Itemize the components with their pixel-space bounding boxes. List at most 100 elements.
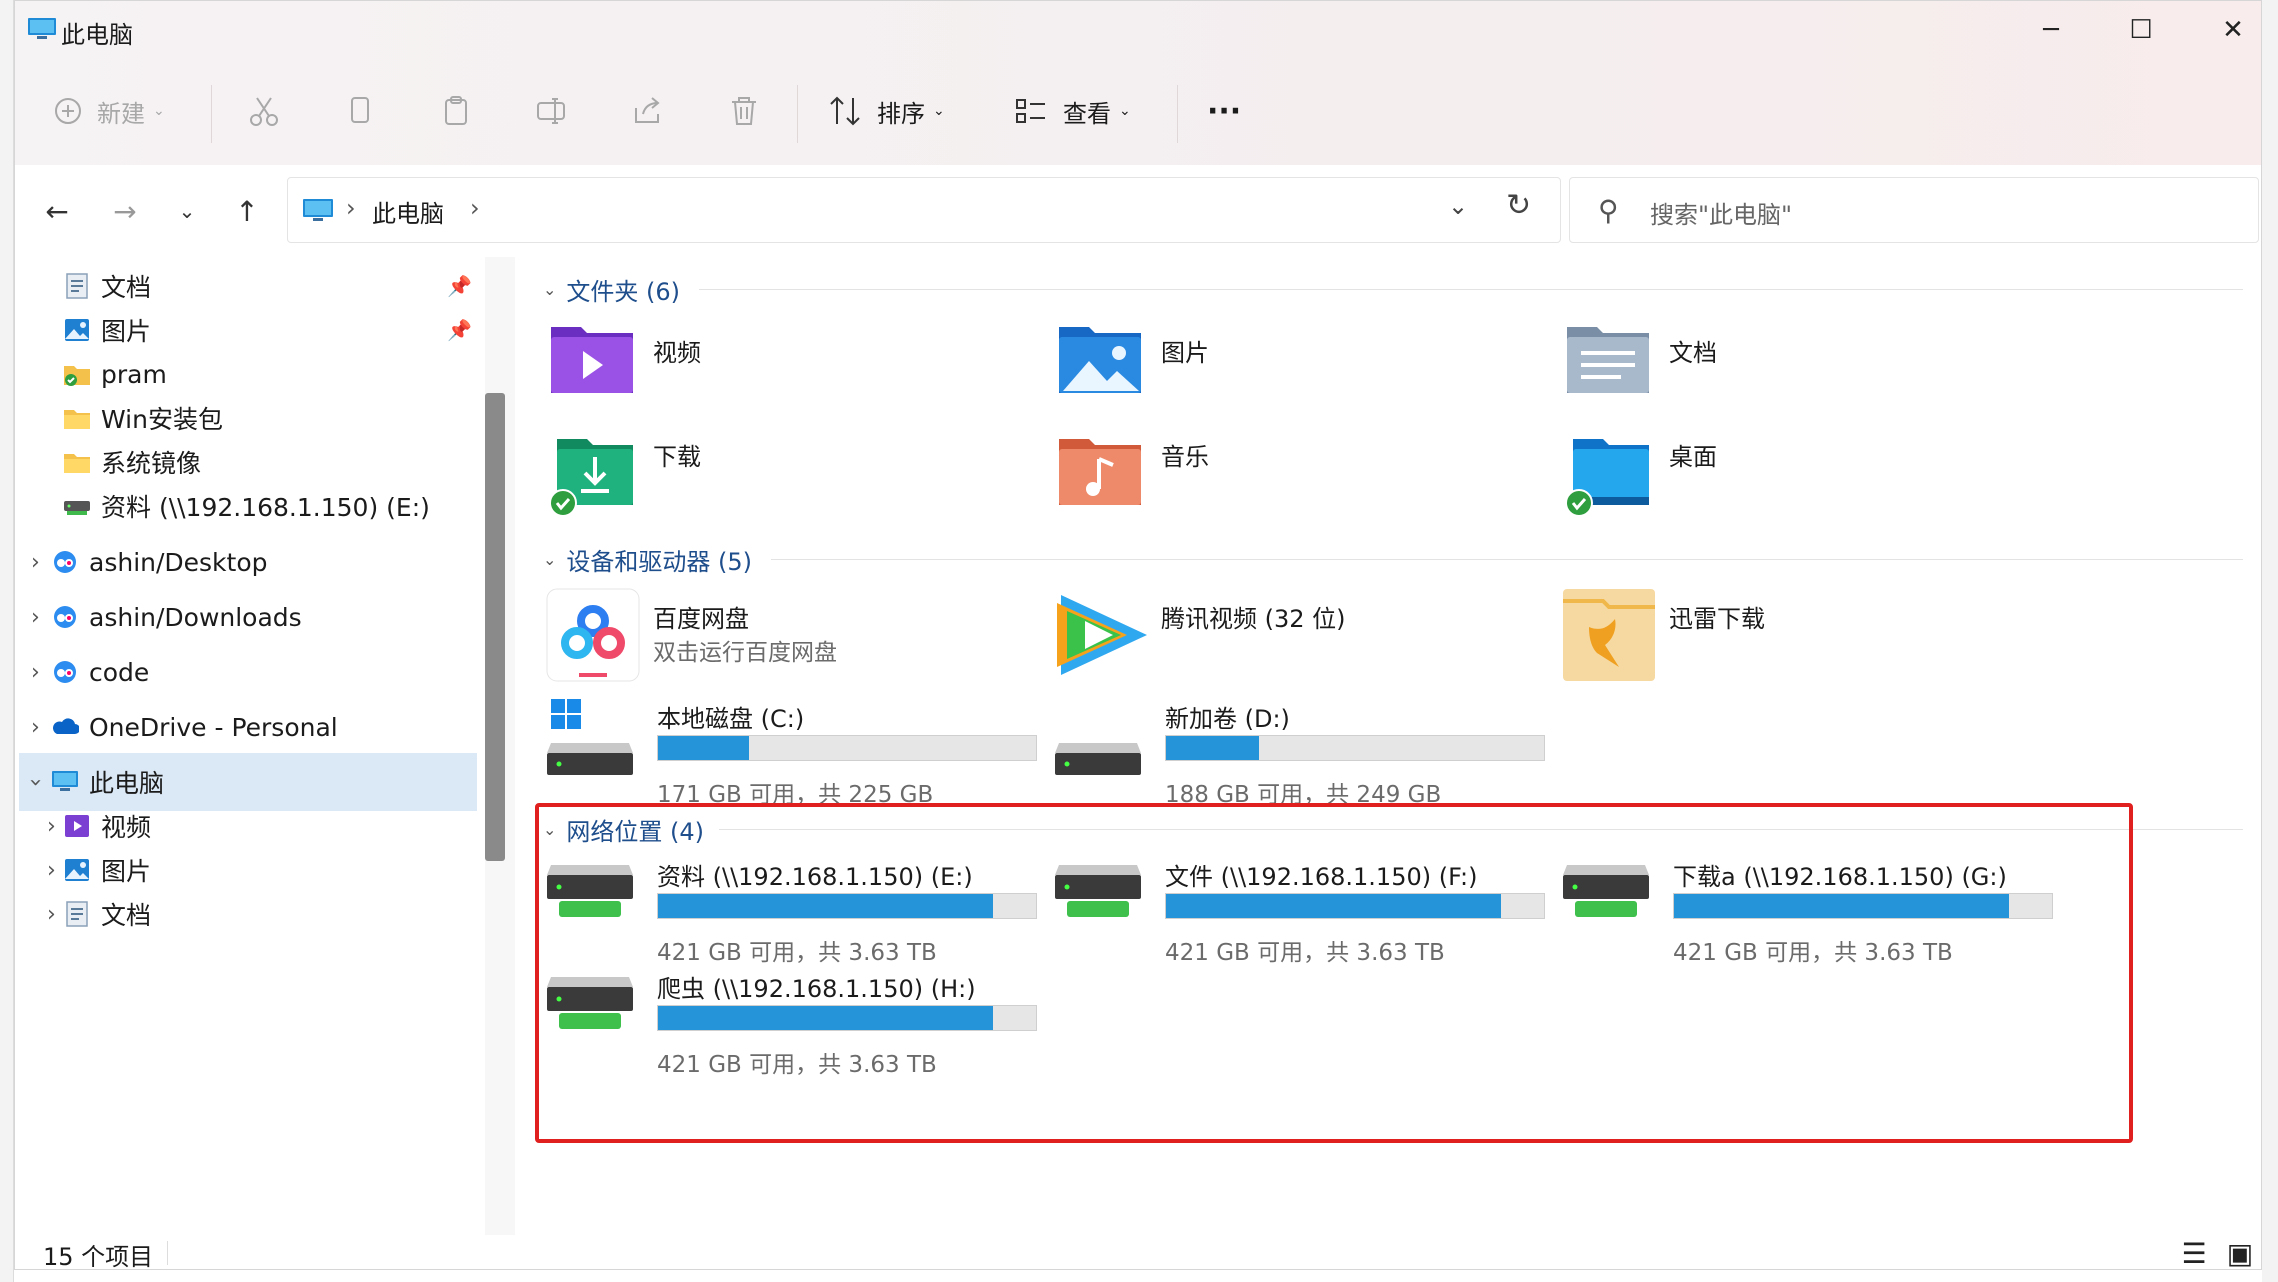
sidebar-item-label: code <box>89 657 150 687</box>
device-tile-tencent-video[interactable]: 腾讯视频 (32 位) <box>1053 587 1346 687</box>
tile-subtitle: 421 GB 可用，共 3.63 TB <box>657 940 937 966</box>
search-box[interactable]: ⚲ 搜索"此电脑" <box>1569 177 2259 243</box>
network-drive-tile-e[interactable]: 资料 (\\192.168.1.150) (E:) 421 GB 可用，共 3.… <box>545 857 1037 966</box>
details-view-icon: ☰ <box>2181 1236 2207 1270</box>
sidebar-item-label: 图片 <box>101 317 152 346</box>
network-drive-tile-f[interactable]: 文件 (\\192.168.1.150) (F:) 421 GB 可用，共 3.… <box>1053 857 1545 966</box>
sidebar-item-code[interactable]: › code <box>15 643 477 701</box>
network-drive-tile-h[interactable]: 爬虫 (\\192.168.1.150) (H:) 421 GB 可用，共 3.… <box>545 969 1037 1078</box>
up-button[interactable]: ↑ <box>225 189 269 233</box>
content-pane: ⌄ 文件夹 (6) 视频 图片 文档 下载 音乐 桌面 ⌄ 设备和驱动器 (5)… <box>519 257 2261 1235</box>
folder-tile-downloads[interactable]: 下载 <box>549 433 701 523</box>
group-divider <box>719 829 2243 830</box>
maximize-button[interactable]: ☐ <box>2095 1 2187 59</box>
drive-tile-c[interactable]: 本地磁盘 (C:) 171 GB 可用，共 225 GB <box>545 697 1037 808</box>
new-button[interactable]: 新建 ⌄ <box>53 83 165 139</box>
expand-chevron-icon[interactable]: › <box>31 660 40 685</box>
chevron-down-icon: ⌄ <box>543 279 557 299</box>
sidebar-item-ashin-downloads[interactable]: › ashin/Downloads <box>15 588 477 646</box>
navigation-pane: 文档 📌 图片 📌 pram Win安装包 系统镜像 资料 (\\192.168… <box>15 257 485 1235</box>
sidebar-item-ashin-desktop[interactable]: › ashin/Desktop <box>15 533 477 591</box>
expand-chevron-icon[interactable]: › <box>47 858 56 883</box>
sort-button[interactable]: 排序 ⌄ <box>827 83 945 139</box>
tile-label: 百度网盘 <box>653 605 749 633</box>
back-button[interactable]: ← <box>35 189 79 233</box>
pin-icon[interactable]: 📌 <box>447 274 472 298</box>
navigation-row: ← → ⌄ ↑ › 此电脑 › ⌄ ↻ ⚲ 搜索"此电脑" <box>15 165 2261 257</box>
folder-synced-icon <box>64 366 90 386</box>
document-icon <box>66 901 88 927</box>
view-button[interactable]: 查看 ⌄ <box>1013 83 1131 139</box>
pin-icon[interactable]: 📌 <box>447 318 472 342</box>
cut-button[interactable] <box>247 83 281 139</box>
sidebar-item-documents-2[interactable]: › 文档 <box>15 885 477 943</box>
tile-label: 下载 <box>653 443 701 471</box>
refresh-icon[interactable]: ↻ <box>1506 188 1531 223</box>
folder-tile-pictures[interactable]: 图片 <box>1057 321 1209 401</box>
details-view-button[interactable]: ☰ <box>2173 1235 2215 1270</box>
forward-button[interactable]: → <box>103 189 147 233</box>
delete-button[interactable] <box>727 83 761 139</box>
drive-usage-bar <box>1673 893 2053 919</box>
close-button[interactable]: ✕ <box>2187 1 2261 59</box>
breadcrumb-separator-icon[interactable]: › <box>470 194 480 222</box>
drive-usage-bar-fill <box>658 1006 994 1030</box>
sidebar-item-label: Win安装包 <box>101 405 223 434</box>
more-options-button[interactable]: ··· <box>1207 83 1241 139</box>
tile-subtitle: 421 GB 可用，共 3.63 TB <box>1673 940 1953 966</box>
window-chrome: 此电脑 ─ ☐ ✕ 新建 ⌄ 排序 ⌄ 查看 ⌄ ··· <box>15 1 2261 165</box>
folder-tile-music[interactable]: 音乐 <box>1057 433 1209 513</box>
system-drive-icon <box>547 699 633 775</box>
folder-tile-documents[interactable]: 文档 <box>1565 321 1717 401</box>
group-header-network[interactable]: ⌄ 网络位置 (4) <box>543 811 704 847</box>
status-bar: 15 个项目 ☰ ▣ <box>15 1235 2261 1270</box>
network-drive-icon <box>64 501 90 515</box>
copy-button[interactable] <box>343 83 377 139</box>
expand-chevron-icon[interactable]: › <box>31 550 40 575</box>
minimize-button[interactable]: ─ <box>2005 1 2097 59</box>
toolbar-divider <box>1177 85 1178 143</box>
device-tile-baidu-netdisk[interactable]: 百度网盘 双击运行百度网盘 <box>545 587 837 687</box>
tile-label: 腾讯视频 (32 位) <box>1161 605 1346 633</box>
tiles-view-button[interactable]: ▣ <box>2219 1235 2261 1270</box>
chevron-down-icon: ⌄ <box>543 549 557 569</box>
network-drive-tile-g[interactable]: 下载a (\\192.168.1.150) (G:) 421 GB 可用，共 3… <box>1561 857 2053 966</box>
network-drive-icon <box>547 977 633 1029</box>
breadcrumb-separator-icon[interactable]: › <box>346 194 356 222</box>
folder-tile-desktop[interactable]: 桌面 <box>1565 433 1717 523</box>
folder-tile-videos[interactable]: 视频 <box>549 321 701 401</box>
search-input[interactable]: 搜索"此电脑" <box>1650 195 1792 230</box>
sidebar-item-onedrive[interactable]: › OneDrive - Personal <box>15 698 477 756</box>
share-button[interactable] <box>631 83 665 139</box>
tile-label: 图片 <box>1161 339 1209 367</box>
paste-button[interactable] <box>439 83 473 139</box>
drive-usage-bar <box>657 1005 1037 1031</box>
drive-usage-bar <box>1165 735 1545 761</box>
address-bar[interactable]: › 此电脑 › ⌄ ↻ <box>287 177 1561 243</box>
address-history-dropdown-icon[interactable]: ⌄ <box>1448 192 1468 220</box>
drive-usage-bar-fill <box>1674 894 2010 918</box>
group-header-folders[interactable]: ⌄ 文件夹 (6) <box>543 271 680 307</box>
tile-subtitle: 421 GB 可用，共 3.63 TB <box>1165 940 1445 966</box>
view-list-icon <box>1016 99 1045 123</box>
collapse-chevron-icon[interactable]: › <box>23 778 48 787</box>
rename-button[interactable] <box>535 83 569 139</box>
group-header-devices[interactable]: ⌄ 设备和驱动器 (5) <box>543 541 752 577</box>
expand-chevron-icon[interactable]: › <box>31 715 40 740</box>
status-divider <box>167 1241 168 1265</box>
tile-label: 下载a (\\192.168.1.150) (G:) <box>1673 863 2007 891</box>
title-bar[interactable]: 此电脑 ─ ☐ ✕ <box>15 1 2261 59</box>
expand-chevron-icon[interactable]: › <box>47 814 56 839</box>
desktop-folder-icon <box>1565 439 1649 517</box>
background-window-edge-right <box>2262 0 2278 1282</box>
drive-tile-d[interactable]: 新加卷 (D:) 188 GB 可用，共 249 GB <box>1053 697 1545 808</box>
device-tile-xunlei[interactable]: 迅雷下载 <box>1561 587 1765 687</box>
downloads-folder-icon <box>549 439 633 517</box>
expand-chevron-icon[interactable]: › <box>47 902 56 927</box>
breadcrumb-this-pc[interactable]: 此电脑 <box>372 194 444 229</box>
recent-locations-button[interactable]: ⌄ <box>165 189 209 233</box>
expand-chevron-icon[interactable]: › <box>31 605 40 630</box>
sidebar-item-label: 视频 <box>101 813 152 842</box>
sidebar-item-network-drive-e[interactable]: 资料 (\\192.168.1.150) (E:) <box>15 477 477 535</box>
sidebar-scrollbar-thumb[interactable] <box>485 393 505 861</box>
